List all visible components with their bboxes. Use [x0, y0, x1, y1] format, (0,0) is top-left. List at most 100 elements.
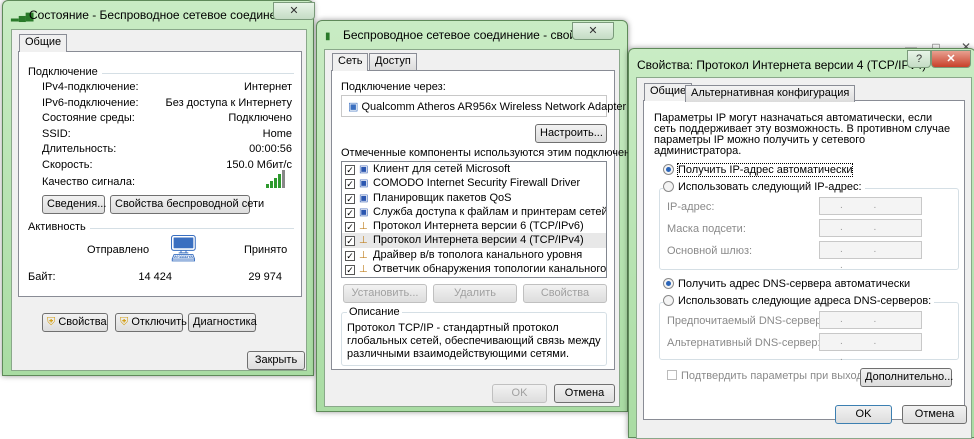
- close-dialog-button[interactable]: Закрыть: [247, 351, 305, 370]
- component-item[interactable]: ✓ ▣ Клиент для сетей Microsoft: [342, 162, 606, 176]
- adapter-icon: ▮: [325, 31, 331, 42]
- close-button[interactable]: ✕: [931, 50, 971, 68]
- close-button[interactable]: ✕: [273, 2, 315, 20]
- advanced-button[interactable]: Дополнительно...: [860, 368, 953, 387]
- checkbox-icon[interactable]: ✓: [345, 222, 355, 233]
- checkbox-icon[interactable]: ✓: [345, 236, 355, 247]
- bytes-label: Байт:: [28, 271, 56, 283]
- alternate-dns-field[interactable]: . . .: [819, 333, 922, 363]
- auto-dns-radio[interactable]: Получить адрес DNS-сервера автоматически: [663, 278, 910, 290]
- preferred-dns-field[interactable]: . . .: [819, 311, 922, 341]
- received-label: Принято: [244, 244, 288, 256]
- title-text: Состояние - Беспроводное сетевое соедине…: [29, 8, 297, 22]
- component-item[interactable]: ✓ ⊥ Протокол Интернета версии 6 (TCP/IPv6): [342, 219, 606, 233]
- checkbox-icon[interactable]: ✓: [345, 193, 355, 204]
- ok-button[interactable]: OK: [492, 384, 547, 403]
- network-component-icon: ▣: [359, 164, 369, 175]
- auto-ip-radio[interactable]: Получить IP-адрес автоматически: [663, 163, 854, 177]
- description-text: Протокол TCP/IP - стандартный протокол г…: [347, 322, 601, 360]
- help-button[interactable]: ?: [907, 50, 931, 68]
- activity-header: Активность: [28, 221, 86, 233]
- cancel-button[interactable]: Отмена: [902, 405, 967, 424]
- ip-address-field[interactable]: . . .: [819, 197, 922, 227]
- component-label: Клиент для сетей Microsoft: [373, 163, 511, 175]
- ok-button[interactable]: OK: [835, 405, 892, 424]
- status-label: Длительность:: [42, 143, 117, 155]
- properties-button[interactable]: ⛨ Свойства: [42, 313, 108, 332]
- wireless-properties-button[interactable]: Свойства беспроводной сети: [110, 195, 264, 214]
- protocol-icon: ⊥: [359, 264, 368, 276]
- status-value: Home: [262, 127, 292, 140]
- checkbox-icon[interactable]: ✓: [345, 265, 355, 276]
- label: Свойства: [58, 316, 107, 328]
- remove-button[interactable]: Удалить: [433, 284, 517, 303]
- preferred-dns-label: Предпочитаемый DNS-сервер:: [667, 315, 825, 327]
- label: Получить адрес DNS-сервера автоматически: [678, 278, 911, 290]
- component-item[interactable]: ✓ ▣ Планировщик пакетов QoS: [342, 191, 606, 205]
- client-area: Общие Альтернативная конфигурация Параме…: [636, 77, 972, 439]
- network-component-icon: ▣: [359, 192, 369, 204]
- component-item[interactable]: ✓ ▣ COMODO Internet Security Firewall Driv…: [342, 176, 606, 190]
- status-window: ▂▄▆Состояние - Беспроводное сетевое соед…: [2, 0, 315, 376]
- connection-header: Подключение: [28, 66, 98, 78]
- bytes-received: 29 974: [248, 271, 282, 283]
- shield-icon: ⛨: [120, 316, 129, 328]
- tab-network[interactable]: Сеть: [332, 53, 369, 71]
- checkbox-icon[interactable]: ✓: [345, 179, 355, 190]
- close-button[interactable]: ✕: [572, 22, 614, 40]
- details-button[interactable]: Сведения...: [42, 195, 106, 214]
- adapter-field: ▣ Qualcomm Atheros AR956x Wireless Netwo…: [341, 95, 626, 117]
- connect-via-label: Подключение через:: [341, 81, 446, 93]
- window-title: ▂▄▆Состояние - Беспроводное сетевое соед…: [11, 8, 296, 22]
- radio-icon: [663, 181, 674, 192]
- network-component-icon: ▣: [359, 206, 369, 218]
- gateway-label: Основной шлюз:: [667, 245, 753, 257]
- status-value: 150.0 Мбит/с: [226, 158, 292, 171]
- status-value: 00:00:56: [249, 143, 292, 155]
- diagnose-button[interactable]: Диагностика: [188, 313, 257, 332]
- component-properties-button[interactable]: Свойства: [523, 284, 607, 303]
- tab-sharing[interactable]: Доступ: [369, 53, 417, 70]
- status-value: Без доступа к Интернету: [165, 96, 292, 109]
- install-button[interactable]: Установить...: [343, 284, 427, 303]
- radio-icon: [663, 295, 674, 306]
- label: Использовать следующий IP-адрес:: [678, 181, 862, 193]
- component-item[interactable]: ✓ ▣ Служба доступа к файлам и принтерам се…: [342, 205, 606, 219]
- adapter-icon: ▣: [348, 101, 359, 113]
- checkbox-icon[interactable]: ✓: [345, 207, 355, 218]
- disable-button[interactable]: ⛨ Отключить: [115, 313, 187, 332]
- status-label: IPv6-подключение:: [42, 96, 139, 109]
- radio-icon: [663, 164, 674, 175]
- component-label: Служба доступа к файлам и принтерам сете…: [373, 205, 606, 218]
- component-label: Планировщик пакетов QoS: [373, 191, 512, 204]
- validate-checkbox[interactable]: Подтвердить параметры при выходе: [667, 370, 869, 382]
- checkbox-icon[interactable]: ✓: [345, 165, 355, 175]
- status-label: Скорость:: [42, 158, 93, 171]
- manual-dns-radio[interactable]: Использовать следующие адреса DNS-сервер…: [663, 295, 935, 307]
- tab-general[interactable]: Общие: [19, 34, 68, 52]
- checkbox-icon[interactable]: ✓: [345, 250, 355, 261]
- sent-label: Отправлено: [87, 244, 150, 256]
- component-item[interactable]: ✓ ⊥ Ответчик обнаружения топологии канальн…: [342, 262, 606, 276]
- component-item[interactable]: ✓ ⊥ Протокол Интернета версии 4 (TCP/IPv4): [342, 233, 606, 248]
- status-label: SSID:: [42, 127, 71, 140]
- components-label: Отмеченные компоненты используются этим …: [341, 147, 654, 159]
- cancel-button[interactable]: Отмена: [554, 384, 615, 403]
- gateway-field[interactable]: . . .: [819, 241, 922, 271]
- mask-label: Маска подсети:: [667, 223, 746, 235]
- window-title: ▮ Беспроводное сетевое соединение - свойс…: [325, 28, 601, 42]
- subnet-mask-field[interactable]: . . .: [819, 219, 922, 249]
- components-list[interactable]: ✓ ▣ Клиент для сетей Microsoft ✓ ▣ COMODO Int…: [341, 161, 607, 278]
- label: Подтвердить параметры при выходе: [681, 370, 869, 382]
- manual-ip-radio[interactable]: Использовать следующий IP-адрес:: [663, 181, 865, 193]
- divider: [90, 228, 294, 229]
- label: Использовать следующие адреса DNS-сервер…: [678, 295, 932, 307]
- component-label: Протокол Интернета версии 6 (TCP/IPv6): [373, 220, 584, 233]
- configure-button[interactable]: Настроить...: [535, 124, 607, 143]
- component-item[interactable]: ✓ ⊥ Драйвер в/в тополога канального уровня: [342, 248, 606, 262]
- status-label: Состояние среды:: [42, 112, 135, 124]
- status-value: Подключено: [228, 112, 292, 124]
- properties-window: ▮ Беспроводное сетевое соединение - свойс…: [316, 20, 653, 412]
- tab-alternate-config[interactable]: Альтернативная конфигурация: [685, 85, 856, 102]
- component-label: Драйвер в/в тополога канального уровня: [373, 248, 583, 261]
